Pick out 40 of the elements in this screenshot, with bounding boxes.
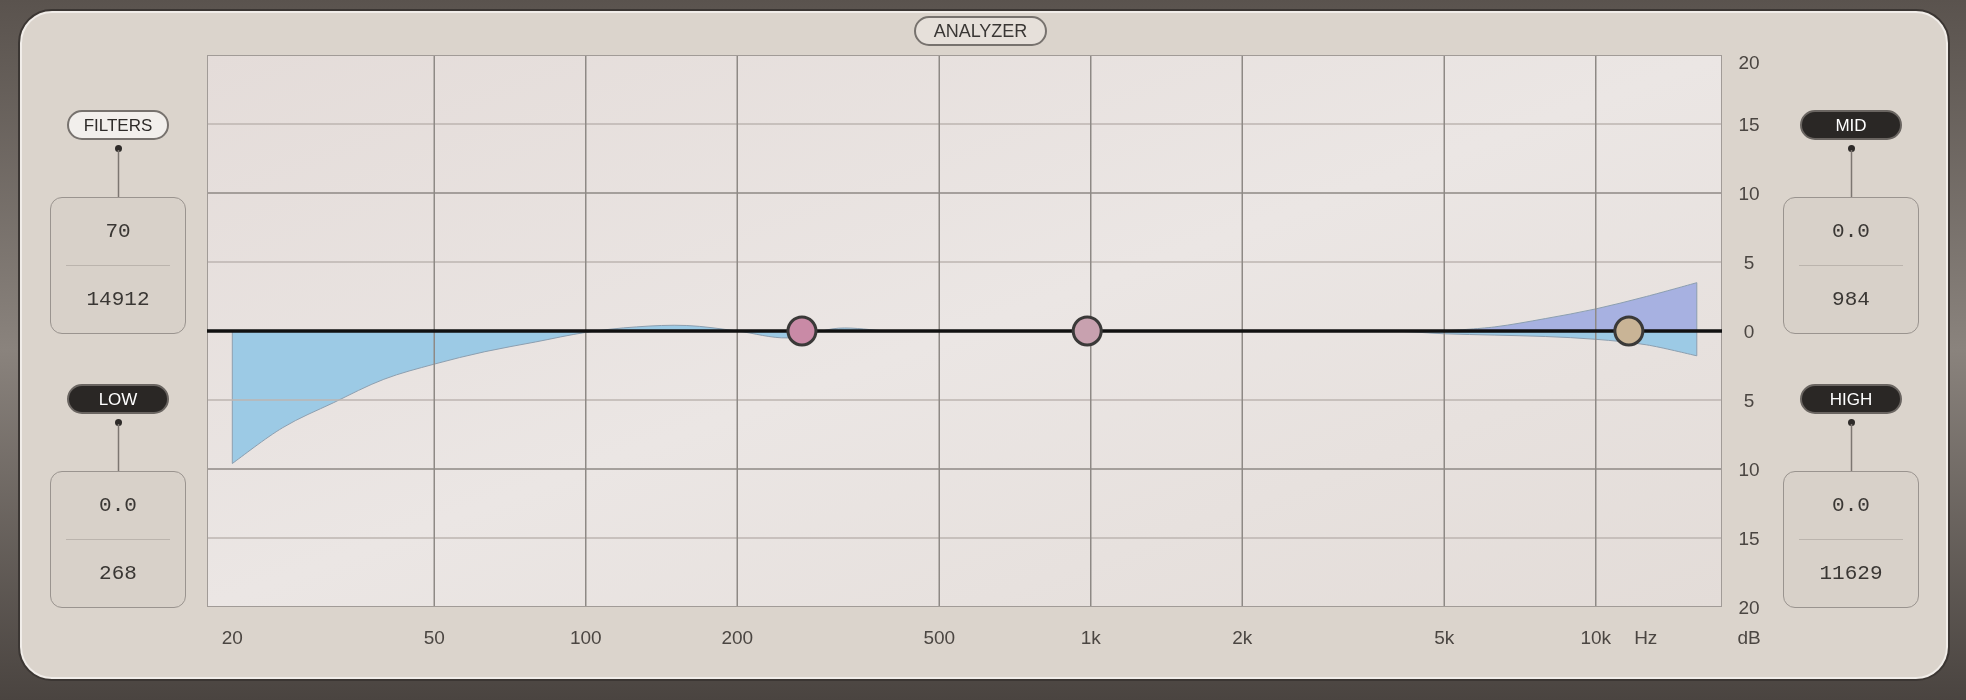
- axis-tick-label: 500: [923, 626, 956, 648]
- axis-tick-label: 200: [721, 626, 754, 648]
- readout-value: 0.0: [99, 495, 137, 516]
- axis-tick-label: 100: [569, 626, 602, 648]
- axis-tick-label: 5: [1743, 389, 1755, 411]
- eq-node-handle[interactable]: [1071, 315, 1103, 347]
- axis-tick-label: 15: [1738, 113, 1760, 135]
- readout-value: 14912: [86, 289, 150, 310]
- axis-tick-label: 20: [221, 626, 243, 648]
- connector-line: [114, 419, 122, 471]
- band-button[interactable]: FILTERS: [67, 110, 169, 140]
- connector-line: [1847, 419, 1855, 471]
- band-button[interactable]: LOW: [67, 384, 169, 414]
- axis-tick-label: 20: [1738, 51, 1760, 73]
- analyzer-button[interactable]: ANALYZER: [914, 16, 1047, 46]
- connector-line: [1847, 145, 1855, 197]
- axis-unit-label: dB: [1737, 626, 1761, 648]
- band-button[interactable]: MID: [1800, 110, 1902, 140]
- readout-value: 268: [99, 563, 137, 584]
- axis-tick-label: 2k: [1232, 626, 1253, 648]
- readout-value: 70: [105, 221, 131, 242]
- axis-tick-label: 15: [1738, 527, 1760, 549]
- readout-value: 984: [1832, 289, 1870, 310]
- readout-value: 0.0: [1832, 495, 1870, 516]
- axis-tick-label: 5k: [1434, 626, 1455, 648]
- axis-tick-label: 50: [423, 626, 445, 648]
- axis-tick-label: 0: [1743, 320, 1755, 342]
- band-button[interactable]: HIGH: [1800, 384, 1902, 414]
- axis-tick-label: 10: [1738, 182, 1760, 204]
- connector-line: [114, 145, 122, 197]
- axis-unit-label: Hz: [1634, 626, 1658, 648]
- axis-tick-label: 10: [1738, 458, 1760, 480]
- eq-node-handle[interactable]: [1613, 315, 1645, 347]
- axis-tick-label: 5: [1743, 251, 1755, 273]
- readout-value: 11629: [1819, 563, 1883, 584]
- readout-value: 0.0: [1832, 221, 1870, 242]
- axis-tick-label: 20: [1738, 596, 1760, 618]
- eq-node-handle[interactable]: [786, 315, 818, 347]
- axis-tick-label: 10k: [1580, 626, 1612, 648]
- axis-tick-label: 1k: [1080, 626, 1101, 648]
